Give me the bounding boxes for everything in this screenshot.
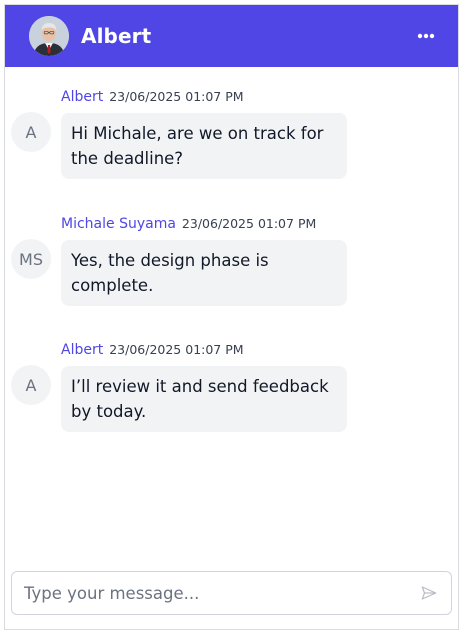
- message-list[interactable]: Albert 23/06/2025 01:07 PM A Hi Michale,…: [5, 67, 458, 571]
- ellipsis-icon: [417, 33, 435, 39]
- contact-avatar: [29, 16, 69, 56]
- message-author: Albert: [61, 89, 104, 105]
- sender-avatar: A: [11, 112, 51, 152]
- user-photo-icon: [29, 16, 69, 56]
- chat-header: Albert: [5, 5, 458, 67]
- message-meta: Albert 23/06/2025 01:07 PM: [61, 89, 244, 105]
- message-author: Albert: [61, 342, 104, 358]
- message-bubble: Yes, the design phase is complete.: [61, 240, 347, 306]
- send-icon: [421, 586, 437, 600]
- sender-avatar: A: [11, 365, 51, 405]
- message-timestamp: 23/06/2025 01:07 PM: [109, 89, 244, 104]
- message-bubble: Hi Michale, are we on track for the dead…: [61, 113, 347, 179]
- message-composer: [11, 571, 452, 615]
- contact-name: Albert: [81, 24, 152, 48]
- send-button[interactable]: [417, 581, 441, 605]
- more-options-button[interactable]: [410, 20, 442, 52]
- message-meta: Michale Suyama 23/06/2025 01:07 PM: [61, 216, 316, 232]
- message-author: Michale Suyama: [61, 216, 176, 232]
- message-timestamp: 23/06/2025 01:07 PM: [181, 216, 317, 231]
- message-input[interactable]: [22, 583, 417, 603]
- message-bubble: I’ll review it and send feedback by toda…: [61, 366, 347, 432]
- sender-avatar: MS: [11, 239, 51, 279]
- chat-window: Albert Albert 23/06/2025 01:07 PM A Hi M…: [4, 4, 459, 630]
- message-meta: Albert 23/06/2025 01:07 PM: [61, 342, 244, 358]
- message-timestamp: 23/06/2025 01:07 PM: [109, 342, 244, 357]
